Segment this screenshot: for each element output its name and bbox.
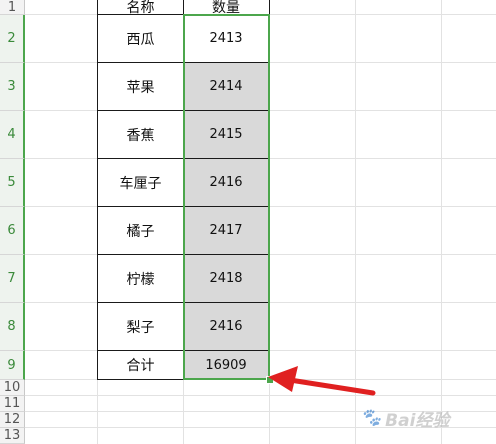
- column-gridline: [441, 0, 442, 444]
- quantity-cell[interactable]: 2415: [183, 111, 270, 159]
- name-cell[interactable]: 梨子: [97, 303, 184, 351]
- name-cell[interactable]: 苹果: [97, 63, 184, 111]
- row-header-4[interactable]: 4: [0, 111, 25, 159]
- total-label-cell[interactable]: 合计: [97, 351, 184, 380]
- quantity-cell[interactable]: 2416: [183, 159, 270, 207]
- arrow-head: [268, 366, 298, 392]
- name-cell[interactable]: 橘子: [97, 207, 184, 255]
- row-header-5[interactable]: 5: [0, 159, 25, 207]
- spreadsheet-grid: 1 名称 数量 2 西瓜 2413 3 苹果 2414 4 香蕉 2415 5 车厘子 2416 6 橘子 241…: [0, 0, 496, 444]
- name-cell[interactable]: 车厘子: [97, 159, 184, 207]
- row-header-13[interactable]: 13: [0, 428, 25, 444]
- paw-icon: 🐾: [360, 408, 382, 428]
- quantity-cell[interactable]: 2414: [183, 63, 270, 111]
- name-cell[interactable]: 西瓜: [97, 15, 184, 63]
- row-header-8[interactable]: 8: [0, 303, 25, 351]
- row-header-11[interactable]: 11: [0, 396, 25, 412]
- quantity-cell[interactable]: 2418: [183, 255, 270, 303]
- row-header-6[interactable]: 6: [0, 207, 25, 255]
- watermark-text: Bai经验: [385, 410, 450, 431]
- row-header-2[interactable]: 2: [0, 15, 25, 63]
- column-title-quantity[interactable]: 数量: [183, 0, 270, 16]
- total-value-cell[interactable]: 16909: [183, 351, 270, 380]
- name-cell[interactable]: 柠檬: [97, 255, 184, 303]
- name-cell[interactable]: 香蕉: [97, 111, 184, 159]
- row-header-12[interactable]: 12: [0, 412, 25, 428]
- row-header-10[interactable]: 10: [0, 380, 25, 396]
- quantity-cell[interactable]: 2416: [183, 303, 270, 351]
- quantity-cell[interactable]: 2417: [183, 207, 270, 255]
- row-header-3[interactable]: 3: [0, 63, 25, 111]
- row-header-1[interactable]: 1: [0, 0, 25, 15]
- column-title-name[interactable]: 名称: [97, 0, 184, 16]
- quantity-cell[interactable]: 2413: [183, 15, 270, 63]
- baidu-jingyan-watermark: 🐾 Bai经验: [360, 392, 496, 444]
- row-header-7[interactable]: 7: [0, 255, 25, 303]
- row-header-9[interactable]: 9: [0, 351, 25, 380]
